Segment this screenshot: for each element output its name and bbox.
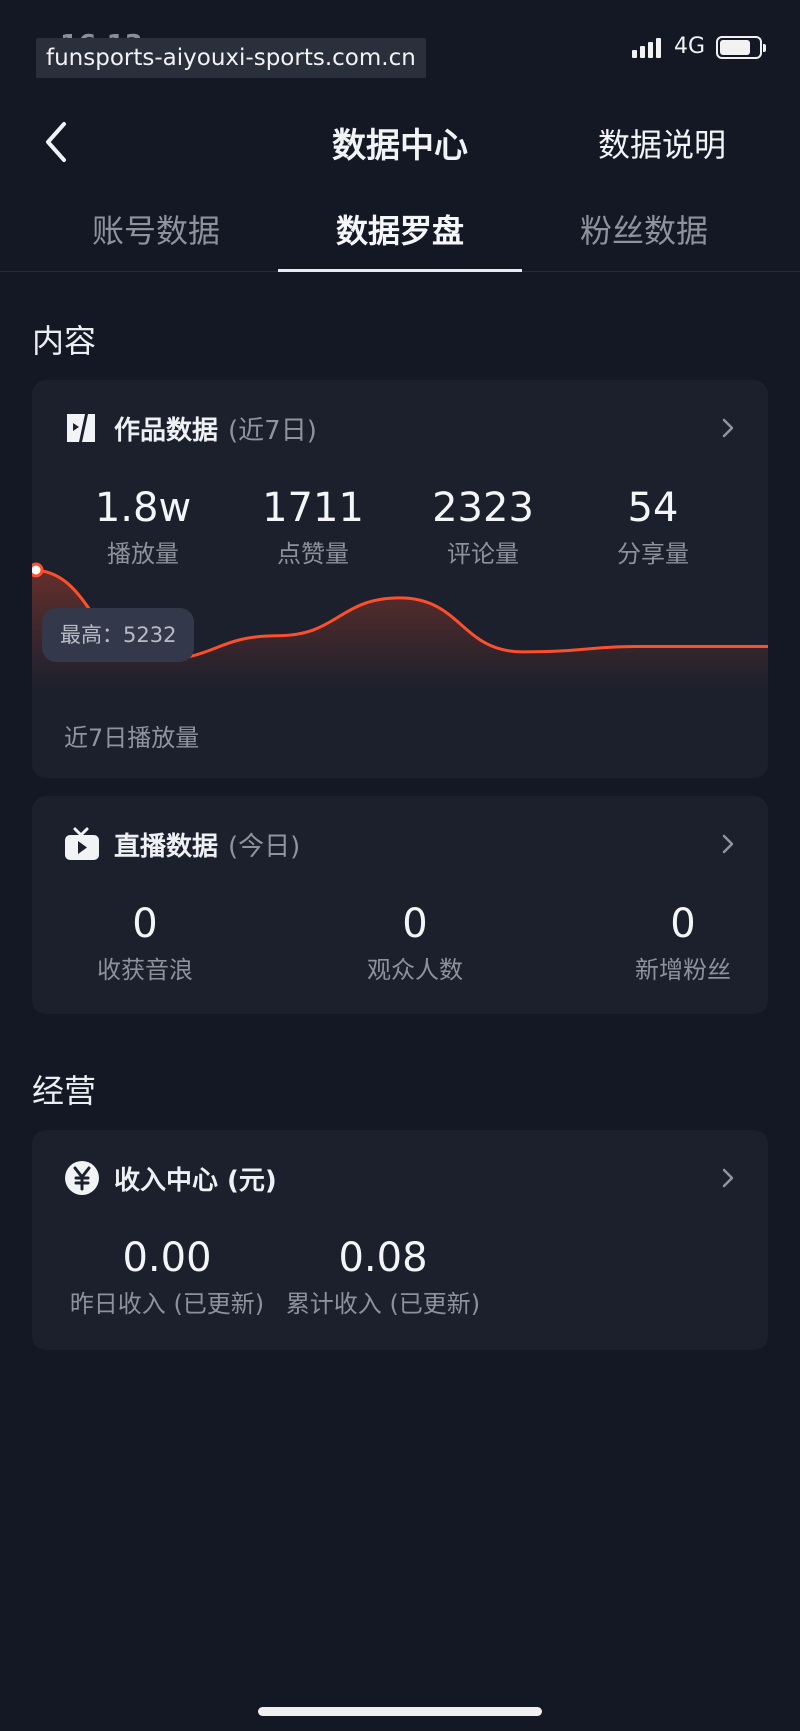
chart-caption: 近7日播放量: [64, 724, 200, 752]
live-card-title: 直播数据: [114, 831, 219, 862]
metric-shares: 54 分享量: [568, 484, 738, 569]
chevron-right-icon[interactable]: [714, 830, 742, 858]
tab-account-data[interactable]: 账号数据: [34, 206, 278, 272]
metric-value: 0: [402, 901, 428, 947]
chevron-right-icon[interactable]: [714, 414, 742, 442]
metric-label: 收获音浪: [97, 956, 193, 984]
metric-sound-waves: 0 收获音浪: [60, 900, 230, 985]
live-card-header: 直播数据 (今日): [64, 824, 300, 864]
metric-viewers: 0 观众人数: [330, 900, 500, 985]
status-bar: 16:13 funsports-aiyouxi-sports.com.cn 4G: [0, 0, 800, 92]
network-type: 4G: [674, 34, 706, 59]
metric-value: 54: [627, 485, 679, 531]
live-card-period: (今日): [228, 831, 301, 862]
works-card-period: (近7日): [228, 415, 317, 446]
metric-value: 1711: [262, 485, 364, 531]
chart-max-tooltip: 最高：5232: [42, 608, 195, 662]
battery-icon: [716, 36, 766, 59]
navigation-bar: 数据中心 数据说明: [0, 92, 800, 192]
works-card-title: 作品数据: [114, 415, 219, 446]
tab-data-compass[interactable]: 数据罗盘: [278, 206, 522, 272]
watermark-banner: funsports-aiyouxi-sports.com.cn: [36, 38, 426, 78]
back-button[interactable]: [28, 114, 84, 170]
chart-max-point: [32, 562, 44, 578]
yuan-coin-icon: [64, 1160, 100, 1196]
metric-value: 2323: [432, 485, 534, 531]
tv-icon: [64, 826, 100, 862]
metric-comments: 2323 评论量: [398, 484, 568, 569]
section-title-business: 经营: [32, 1072, 97, 1110]
metric-new-fans: 0 新增粉丝: [598, 900, 768, 985]
tab-bar: 账号数据 数据罗盘 粉丝数据: [0, 192, 800, 272]
tab-fans-data[interactable]: 粉丝数据: [522, 206, 766, 272]
data-explanation-link[interactable]: 数据说明: [598, 120, 726, 166]
live-data-card[interactable]: 直播数据 (今日) 0 收获音浪 0 观众人数 0 新增粉丝: [32, 796, 768, 1014]
metric-label: 观众人数: [367, 956, 463, 984]
video-clip-icon: [64, 410, 100, 446]
income-center-card[interactable]: 收入中心 (元) 0.00 昨日收入 (已更新) 0.08 累计收入 (已更新): [32, 1130, 768, 1350]
metric-likes: 1711 点赞量: [228, 484, 398, 569]
metric-label: 累计收入 (已更新): [285, 1290, 481, 1318]
income-card-title: 收入中心 (元): [114, 1165, 277, 1196]
income-card-header: 收入中心 (元): [64, 1158, 277, 1198]
chevron-left-icon: [46, 122, 66, 162]
chevron-right-icon[interactable]: [714, 1164, 742, 1192]
metric-value: 1.8w: [94, 485, 192, 531]
metric-total-income: 0.08 累计收入 (已更新): [248, 1234, 518, 1319]
signal-icon: [632, 38, 661, 58]
metric-label: 新增粉丝: [635, 956, 731, 984]
metric-value: 0: [132, 901, 158, 947]
metric-plays: 1.8w 播放量: [58, 484, 228, 569]
section-title-content: 内容: [32, 322, 97, 360]
works-card-header: 作品数据 (近7日): [64, 408, 317, 448]
metric-value: 0: [670, 901, 696, 947]
works-data-card[interactable]: 作品数据 (近7日) 1.8w 播放量 1711 点赞量 2323 评论量 54…: [32, 380, 768, 778]
home-indicator[interactable]: [258, 1707, 542, 1716]
metric-value: 0.08: [338, 1235, 428, 1281]
